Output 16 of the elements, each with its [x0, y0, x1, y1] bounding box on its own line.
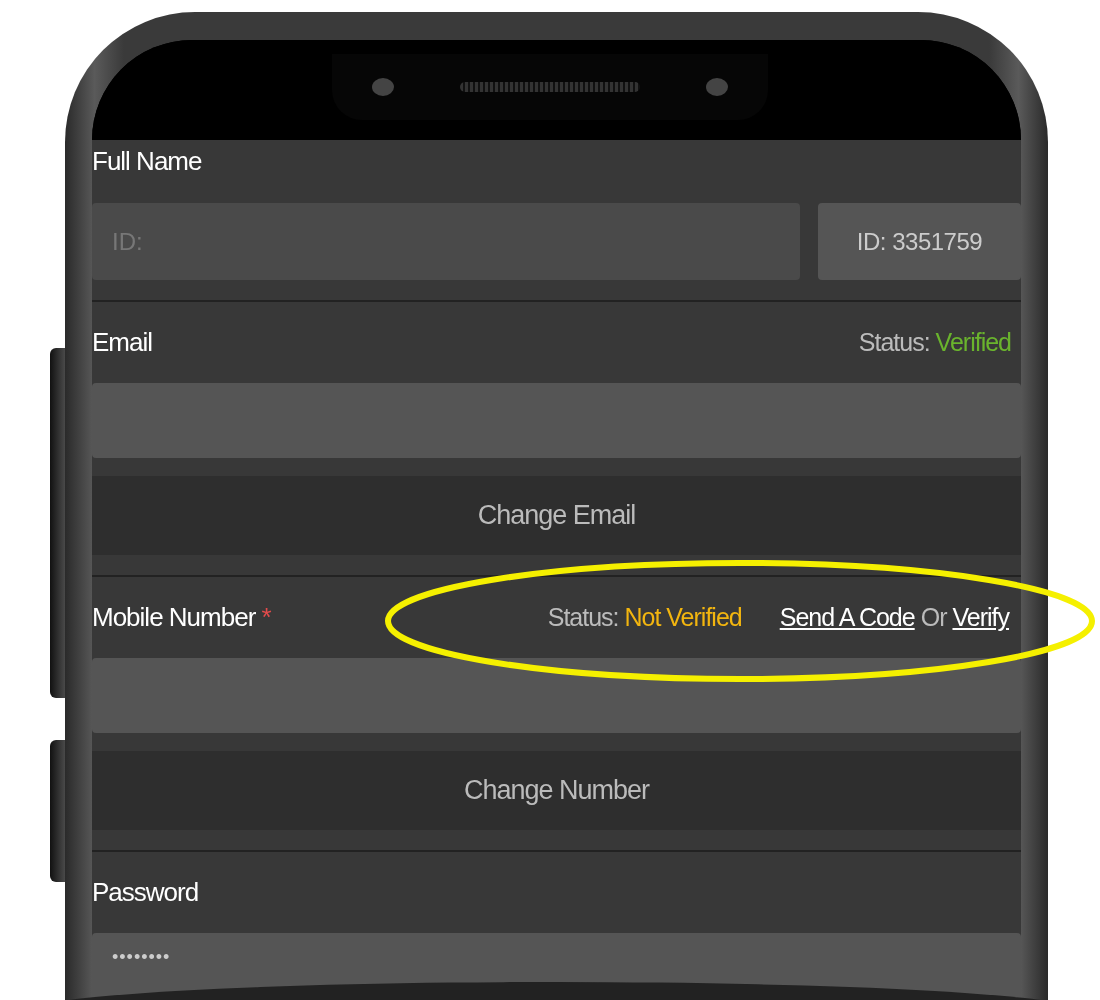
- change-email-button[interactable]: Change Email: [92, 476, 1021, 555]
- field-label: Email: [92, 327, 152, 358]
- input-field[interactable]: [92, 658, 1021, 733]
- change-number-button[interactable]: Change Number: [92, 751, 1021, 830]
- verify-link[interactable]: Verify: [952, 603, 1009, 632]
- input-field[interactable]: [92, 383, 1021, 458]
- status-text: Status: Verified: [858, 328, 1012, 357]
- send-code-link[interactable]: Send A Code: [779, 603, 915, 632]
- id-badge: ID: 3351759: [818, 203, 1021, 280]
- field-label: Mobile Number *: [92, 602, 271, 633]
- camera-icon: [372, 78, 394, 96]
- camera-icon: [706, 78, 728, 96]
- field-label: Full Name: [92, 145, 202, 177]
- separator-text: Or: [920, 603, 947, 632]
- field-label: Password: [92, 877, 199, 908]
- status-text: Status: Not Verified: [547, 603, 743, 632]
